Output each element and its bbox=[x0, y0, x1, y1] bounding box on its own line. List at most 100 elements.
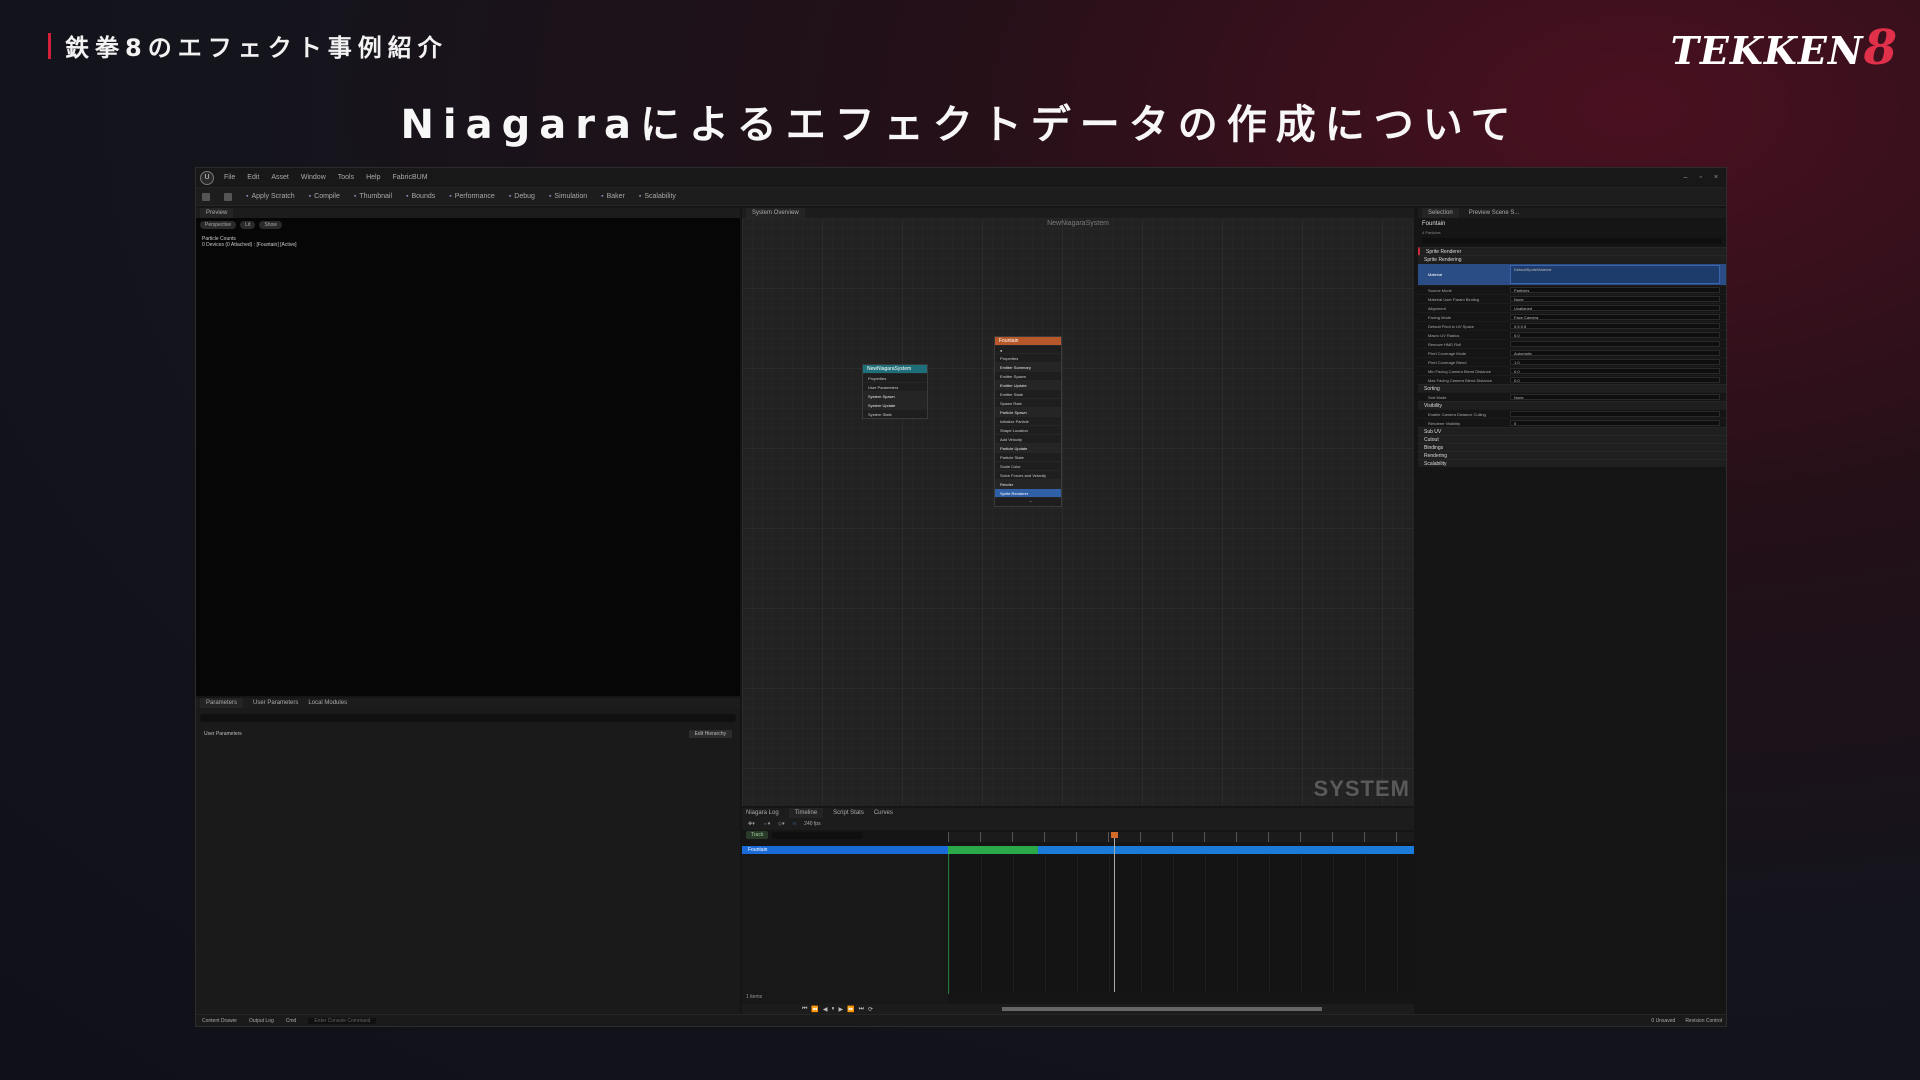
node-row-selected[interactable]: Sprite Renderer bbox=[995, 488, 1061, 497]
tab-user-parameters[interactable]: User Parameters bbox=[253, 700, 298, 706]
baker-button[interactable]: Baker bbox=[601, 193, 625, 200]
menu-tools[interactable]: Tools bbox=[338, 174, 354, 181]
menu-help[interactable]: Help bbox=[366, 174, 380, 181]
row-value[interactable]: Face Camera bbox=[1510, 314, 1720, 320]
row-value[interactable]: Unaligned bbox=[1510, 305, 1720, 311]
track-area[interactable] bbox=[948, 854, 1414, 994]
performance-button[interactable]: Performance bbox=[449, 193, 495, 200]
section-sprite-rendering[interactable]: Sprite Rendering bbox=[1418, 255, 1726, 263]
node-row[interactable]: Emitter Spawn bbox=[995, 371, 1061, 380]
loop-icon[interactable]: ⟳ bbox=[868, 1006, 873, 1013]
menu-fabric[interactable]: FabricBUM bbox=[393, 174, 428, 181]
row-value[interactable]: 0.0 bbox=[1510, 368, 1720, 374]
row-value[interactable]: 0 bbox=[1510, 420, 1720, 426]
node-row[interactable]: Particle Update bbox=[995, 443, 1061, 452]
detail-row[interactable]: Alignment Unaligned bbox=[1418, 303, 1726, 312]
material-row[interactable]: Material DefaultSpriteMaterial bbox=[1418, 263, 1726, 285]
section-collapsed[interactable]: Sub UV bbox=[1418, 427, 1726, 435]
emitter-node[interactable]: Fountain ● Properties Emitter Summary Em… bbox=[994, 336, 1062, 507]
play-reverse-icon[interactable]: ◀ bbox=[823, 1006, 828, 1013]
tab-preview[interactable]: Preview bbox=[200, 208, 234, 218]
lit-button[interactable]: Lit bbox=[240, 221, 256, 229]
row-value[interactable]: 0.5 0.5 bbox=[1510, 323, 1720, 329]
menu-edit[interactable]: Edit bbox=[247, 174, 259, 181]
parameters-search-input[interactable] bbox=[200, 714, 736, 722]
node-row[interactable]: Properties bbox=[995, 353, 1061, 362]
menu-file[interactable]: File bbox=[224, 174, 235, 181]
section-collapsed[interactable]: Bindings bbox=[1418, 443, 1726, 451]
menu-asset[interactable]: Asset bbox=[271, 174, 289, 181]
material-picker[interactable]: DefaultSpriteMaterial bbox=[1510, 265, 1720, 284]
tab-script-stats[interactable]: Script Stats bbox=[833, 810, 864, 816]
magnet-icon[interactable]: ∩ bbox=[793, 821, 797, 827]
detail-row[interactable]: Remove HMD Roll bbox=[1418, 339, 1726, 348]
scalability-button[interactable]: Scalability bbox=[639, 193, 676, 200]
edit-hierarchy-button[interactable]: Edit Hierarchy bbox=[688, 730, 732, 738]
maximize-icon[interactable]: ▫ bbox=[1699, 174, 1701, 181]
system-overview-graph[interactable]: System Overview NewNiagaraSystem NewNiag… bbox=[742, 208, 1414, 806]
add-track-button[interactable]: Track bbox=[746, 831, 769, 839]
track-search-input[interactable] bbox=[772, 831, 863, 839]
key-tool-icon[interactable]: ◇▾ bbox=[778, 821, 784, 827]
track-name[interactable]: Fountain bbox=[742, 846, 948, 854]
tab-timeline[interactable]: Timeline bbox=[788, 808, 824, 818]
node-row[interactable]: Shape Location bbox=[995, 425, 1061, 434]
browse-icon[interactable] bbox=[224, 192, 232, 201]
transform-tool-icon[interactable]: ✥▾ bbox=[748, 821, 755, 827]
perspective-button[interactable]: Perspective bbox=[200, 221, 237, 229]
emitter-node-header[interactable]: Fountain bbox=[995, 337, 1061, 345]
detail-row[interactable]: Facing Mode Face Camera bbox=[1418, 312, 1726, 321]
row-value[interactable]: None bbox=[1510, 296, 1720, 302]
track-active-range[interactable] bbox=[948, 846, 1038, 854]
row-value[interactable]: 1.0 bbox=[1510, 359, 1720, 365]
step-forward-icon[interactable]: ⏩ bbox=[847, 1006, 854, 1013]
node-row[interactable]: Add Velocity bbox=[995, 434, 1061, 443]
detail-row[interactable]: Default Pivot in UV Space 0.5 0.5 bbox=[1418, 321, 1726, 330]
system-node[interactable]: NewNiagaraSystem Properties User Paramet… bbox=[862, 364, 928, 419]
node-row[interactable]: Spawn Rate bbox=[995, 398, 1061, 407]
scrollbar-thumb[interactable] bbox=[1002, 1007, 1322, 1011]
step-back-icon[interactable]: ⏪ bbox=[811, 1006, 818, 1013]
detail-row[interactable]: Renderer Visibility 0 bbox=[1418, 418, 1726, 427]
node-row[interactable]: Render bbox=[995, 479, 1061, 488]
section-collapsed[interactable]: Scalability bbox=[1418, 459, 1726, 467]
node-row[interactable]: User Parameters bbox=[863, 382, 927, 391]
show-button[interactable]: Show bbox=[259, 221, 282, 229]
detail-row[interactable]: Pixel Coverage Mode Automatic bbox=[1418, 348, 1726, 357]
play-icon[interactable]: ▶ bbox=[839, 1006, 844, 1013]
detail-row[interactable]: Material User Param Binding None bbox=[1418, 294, 1726, 303]
node-row[interactable]: Solve Forces and Velocity bbox=[995, 470, 1061, 479]
detail-row[interactable]: Macro UV Radius 0.0 bbox=[1418, 330, 1726, 339]
detail-row[interactable]: Source Mode Particles bbox=[1418, 285, 1726, 294]
section-collapsed[interactable]: Rendering bbox=[1418, 451, 1726, 459]
cmd-dropdown[interactable]: Cmd bbox=[286, 1018, 297, 1024]
console-input[interactable]: Enter Console Command bbox=[308, 1017, 377, 1024]
simulation-button[interactable]: Simulation bbox=[549, 193, 587, 200]
node-row[interactable]: Emitter Update bbox=[995, 380, 1061, 389]
bounds-button[interactable]: Bounds bbox=[406, 193, 436, 200]
menu-window[interactable]: Window bbox=[301, 174, 326, 181]
node-row[interactable]: System Update bbox=[863, 400, 927, 409]
detail-row[interactable]: Sort Mode None bbox=[1418, 392, 1726, 401]
node-row[interactable]: Emitter Summary bbox=[995, 362, 1061, 371]
to-start-icon[interactable]: ⏮ bbox=[802, 1006, 807, 1013]
system-node-header[interactable]: NewNiagaraSystem bbox=[863, 365, 927, 373]
apply-scratch-button[interactable]: Apply Scratch bbox=[246, 193, 294, 200]
unreal-logo-icon[interactable]: U bbox=[200, 170, 214, 185]
row-value[interactable]: Particles bbox=[1510, 287, 1720, 293]
section-visibility[interactable]: Visibility bbox=[1418, 401, 1726, 409]
node-row[interactable]: Particle State bbox=[995, 452, 1061, 461]
row-value[interactable]: 0.0 bbox=[1510, 332, 1720, 338]
detail-row[interactable]: Min Facing Camera Blend Distance 0.0 bbox=[1418, 366, 1726, 375]
node-row[interactable]: System State bbox=[863, 409, 927, 418]
debug-button[interactable]: Debug bbox=[509, 193, 535, 200]
details-search-input[interactable] bbox=[1422, 238, 1722, 244]
collapse-icon[interactable]: ⌃ bbox=[995, 497, 1061, 506]
fps-dropdown[interactable]: 240 fps bbox=[804, 821, 820, 827]
detail-row[interactable]: Pixel Coverage Blend 1.0 bbox=[1418, 357, 1726, 366]
minimize-icon[interactable]: – bbox=[1684, 174, 1688, 181]
playhead[interactable] bbox=[1111, 832, 1118, 992]
snap-tool-icon[interactable]: ⇔▾ bbox=[763, 821, 771, 827]
tab-selection[interactable]: Selection bbox=[1422, 208, 1459, 218]
detail-row[interactable]: Enable Camera Distance Culling bbox=[1418, 409, 1726, 418]
